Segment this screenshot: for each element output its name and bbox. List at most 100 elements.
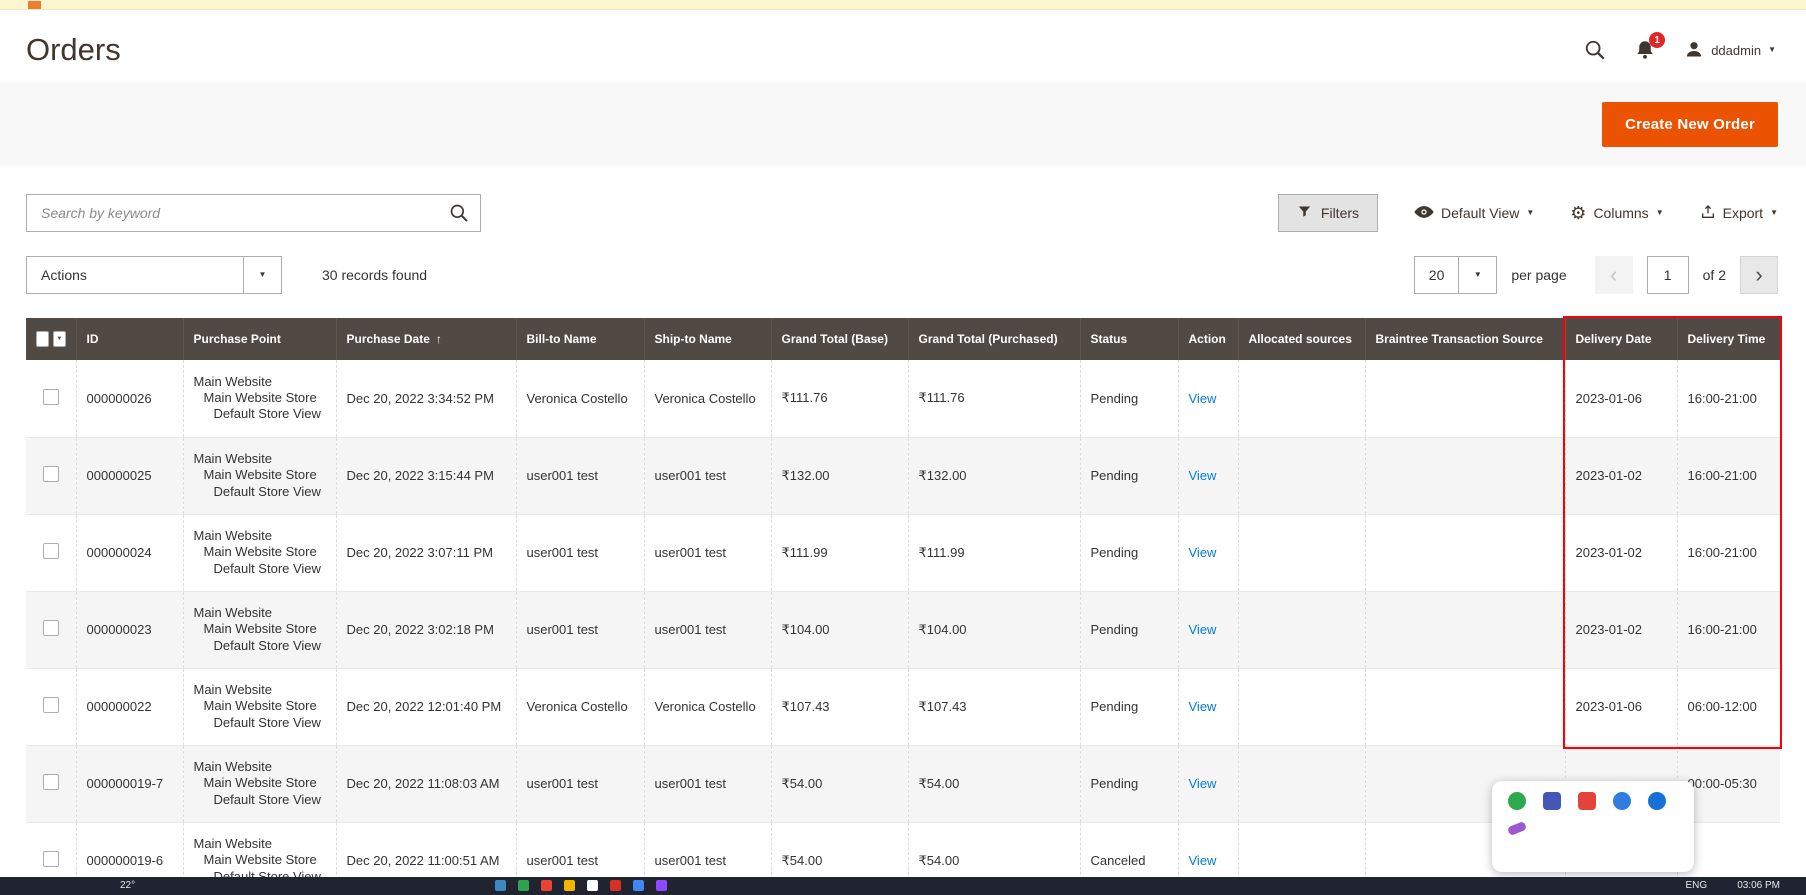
view-order-link[interactable]: View <box>1189 776 1217 791</box>
taskbar-app-icon[interactable] <box>610 880 621 891</box>
taskbar-app-icon[interactable] <box>518 880 529 891</box>
column-header-grand-total-base[interactable]: Grand Total (Base) <box>771 318 908 360</box>
view-order-link[interactable]: View <box>1189 699 1217 714</box>
create-new-order-button[interactable]: Create New Order <box>1602 102 1778 147</box>
column-header-id[interactable]: ID <box>76 318 183 360</box>
extension-icon-bluetooth[interactable] <box>1648 792 1666 810</box>
store-line: Main Website Store <box>194 775 326 791</box>
column-label: ID <box>87 332 99 346</box>
view-order-link[interactable]: View <box>1189 622 1217 637</box>
row-checkbox[interactable] <box>43 697 59 713</box>
cell-bill-to: user001 test <box>516 437 644 514</box>
search-submit-icon[interactable] <box>442 198 476 228</box>
global-search-icon[interactable] <box>1584 39 1606 61</box>
grid-controls-row: Filters Default View ▼ ⚙ Columns ▼ Expor… <box>26 194 1778 232</box>
taskbar-app-icon[interactable] <box>564 880 575 891</box>
store-line: Main Website <box>194 451 326 467</box>
store-line: Main Website <box>194 682 326 698</box>
store-line: Main Website <box>194 374 326 390</box>
columns-selector[interactable]: ⚙ Columns ▼ <box>1570 204 1663 222</box>
export-control[interactable]: Export ▼ <box>1700 204 1778 223</box>
cell-status: Pending <box>1080 668 1178 745</box>
row-checkbox[interactable] <box>43 389 59 405</box>
extension-icon-green[interactable] <box>1508 792 1526 810</box>
cell-purchase-date: Dec 20, 2022 3:02:18 PM <box>336 591 516 668</box>
extension-icon-shield[interactable] <box>1543 792 1561 810</box>
filter-funnel-icon <box>1297 204 1312 222</box>
view-order-link[interactable]: View <box>1189 391 1217 406</box>
cell-grand-total-purchased: ₹132.00 <box>908 437 1080 514</box>
view-order-link[interactable]: View <box>1189 468 1217 483</box>
row-checkbox[interactable] <box>43 620 59 636</box>
filters-button[interactable]: Filters <box>1278 194 1378 232</box>
column-header-purchase-point[interactable]: Purchase Point <box>183 318 336 360</box>
row-checkbox[interactable] <box>43 543 59 559</box>
page-actions-band: Create New Order <box>0 82 1806 166</box>
column-header-braintree-source[interactable]: Braintree Transaction Source <box>1365 318 1565 360</box>
search-input[interactable] <box>27 195 480 231</box>
column-label: Bill-to Name <box>527 332 597 346</box>
row-checkbox[interactable] <box>43 851 59 867</box>
row-checkbox[interactable] <box>43 466 59 482</box>
cell-purchase-point: Main WebsiteMain Website StoreDefault St… <box>183 745 336 822</box>
cell-checkbox <box>26 591 76 668</box>
cell-grand-total-purchased: ₹54.00 <box>908 745 1080 822</box>
mass-action-row: Actions ▼ 30 records found 20 ▼ per page… <box>26 256 1778 294</box>
caret-down-icon: ▼ <box>1770 209 1778 217</box>
cell-allocated-sources <box>1238 437 1365 514</box>
taskbar-language[interactable]: ENG <box>1686 880 1708 891</box>
cell-braintree-source <box>1365 437 1565 514</box>
taskbar-app-icon[interactable] <box>656 880 667 891</box>
notification-count-badge: 1 <box>1649 32 1665 48</box>
view-selector[interactable]: Default View ▼ <box>1414 205 1534 222</box>
row-checkbox[interactable] <box>43 774 59 790</box>
per-page-dropdown[interactable]: 20 ▼ <box>1414 256 1498 294</box>
column-label: Grand Total (Base) <box>782 332 888 346</box>
current-page-input[interactable] <box>1647 256 1689 294</box>
cell-action: View <box>1178 514 1238 591</box>
cell-bill-to: user001 test <box>516 745 644 822</box>
taskbar-app-icon[interactable] <box>633 880 644 891</box>
next-page-button[interactable]: › <box>1740 256 1778 294</box>
column-header-action[interactable]: Action <box>1178 318 1238 360</box>
store-line: Main Website <box>194 528 326 544</box>
caret-down-icon: ▼ <box>1526 209 1534 217</box>
column-label: Allocated sources <box>1249 332 1352 346</box>
previous-page-button[interactable]: ‹ <box>1595 256 1633 294</box>
column-label: Status <box>1091 332 1128 346</box>
cell-allocated-sources <box>1238 514 1365 591</box>
extension-icon-red[interactable] <box>1578 792 1596 810</box>
cell-grand-total-base: ₹111.76 <box>771 360 908 437</box>
column-header-purchase-date[interactable]: Purchase Date↑ <box>336 318 516 360</box>
actions-caret[interactable]: ▼ <box>243 257 281 293</box>
select-all-checkbox[interactable] <box>36 331 49 347</box>
column-header-delivery-time[interactable]: Delivery Time <box>1677 318 1780 360</box>
cell-id: 000000024 <box>76 514 183 591</box>
taskbar-weather-widget[interactable]: 22° <box>120 880 135 891</box>
cell-ship-to: user001 test <box>644 591 771 668</box>
taskbar-app-icon[interactable] <box>541 880 552 891</box>
view-order-link[interactable]: View <box>1189 545 1217 560</box>
cell-action: View <box>1178 360 1238 437</box>
column-header-grand-total-purchased[interactable]: Grand Total (Purchased) <box>908 318 1080 360</box>
column-header-status[interactable]: Status <box>1080 318 1178 360</box>
column-header-bill-to[interactable]: Bill-to Name <box>516 318 644 360</box>
extension-icon-blue[interactable] <box>1613 792 1631 810</box>
column-header-allocated-sources[interactable]: Allocated sources <box>1238 318 1365 360</box>
column-header-delivery-date[interactable]: Delivery Date <box>1565 318 1677 360</box>
view-order-link[interactable]: View <box>1189 853 1217 868</box>
actions-dropdown[interactable]: Actions ▼ <box>26 256 282 294</box>
cell-allocated-sources <box>1238 668 1365 745</box>
user-menu[interactable]: ddadmin ▼ <box>1684 39 1776 62</box>
per-page-caret[interactable]: ▼ <box>1458 257 1496 293</box>
cell-delivery-time: 16:00-21:00 <box>1677 591 1780 668</box>
column-label: Ship-to Name <box>655 332 732 346</box>
cell-purchase-date: Dec 20, 2022 3:15:44 PM <box>336 437 516 514</box>
select-options-caret[interactable]: ▼ <box>53 331 65 347</box>
column-header-ship-to[interactable]: Ship-to Name <box>644 318 771 360</box>
extension-icon-purple-pen[interactable] <box>1507 821 1527 836</box>
taskbar-clock[interactable]: 03:06 PM <box>1737 880 1780 891</box>
taskbar-app-icon[interactable] <box>495 880 506 891</box>
taskbar-app-icon[interactable] <box>587 880 598 891</box>
notifications-bell-icon[interactable]: 1 <box>1634 39 1656 61</box>
